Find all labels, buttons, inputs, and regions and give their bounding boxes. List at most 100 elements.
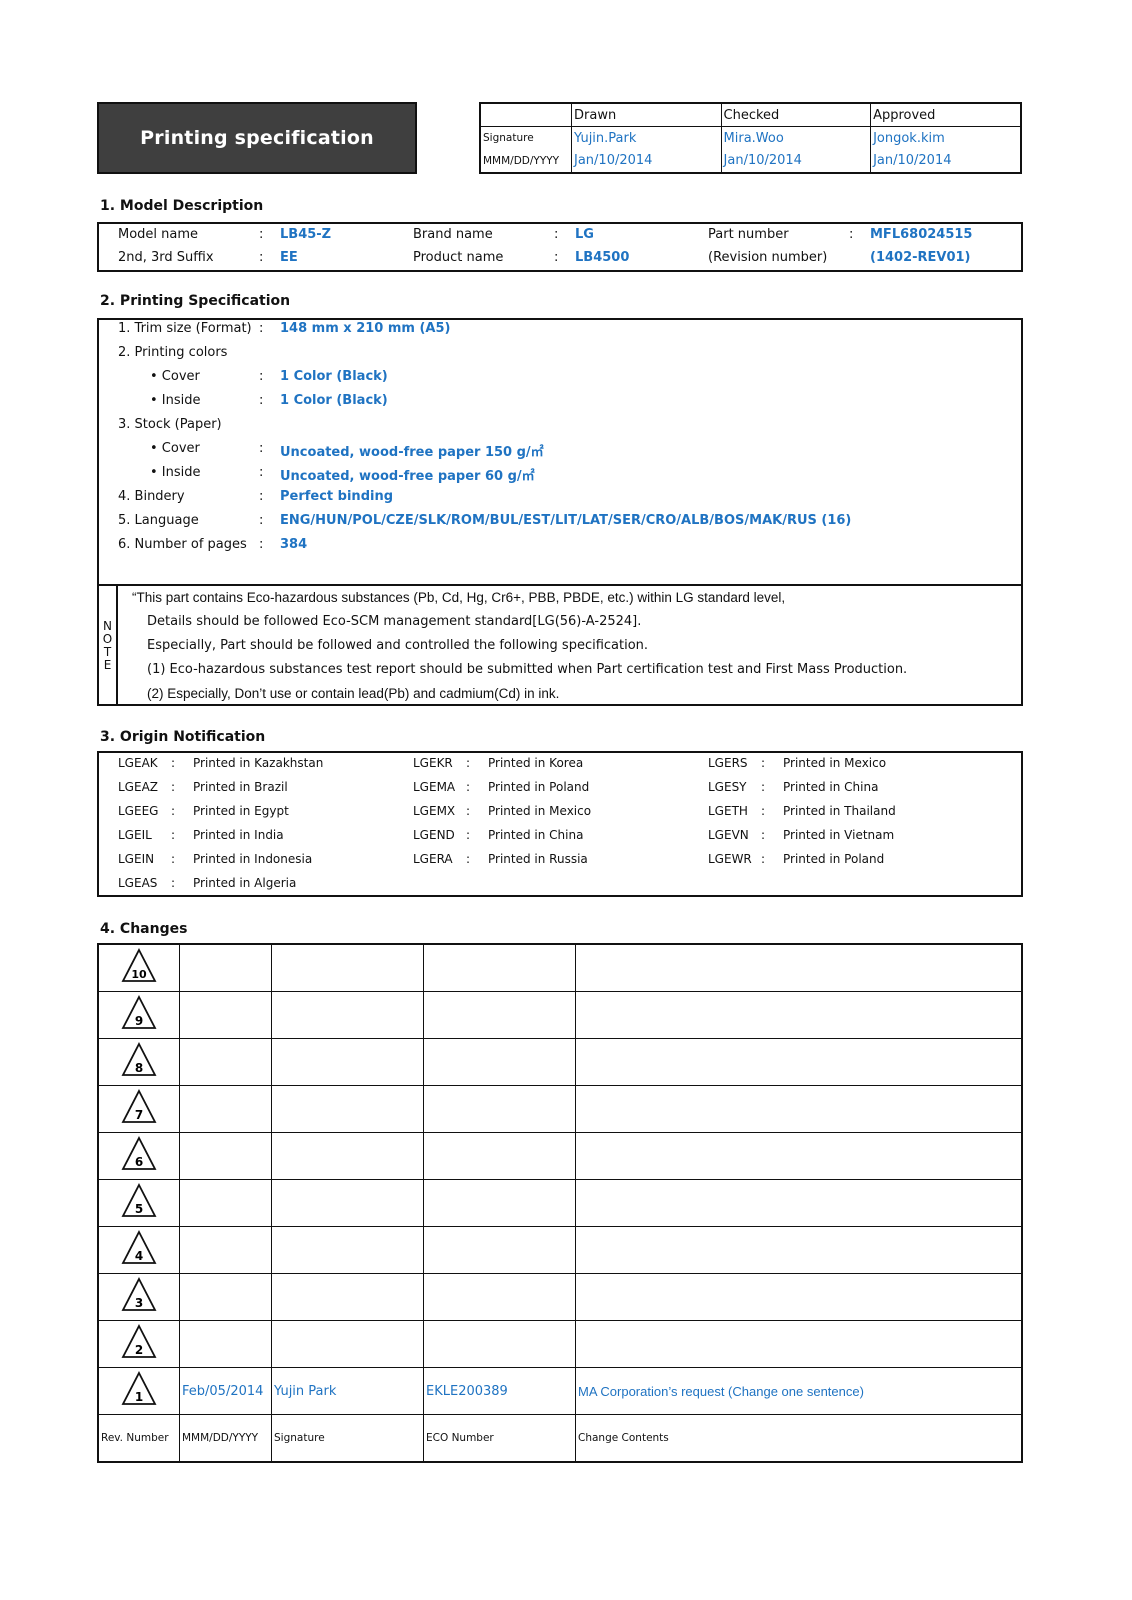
spec-label: 1. Trim size (Format) bbox=[118, 321, 252, 336]
approved-signature: Jongok.kim bbox=[870, 126, 1021, 150]
revision-triangle-icon: 9 bbox=[121, 995, 157, 1029]
change-date: Feb/05/2014 bbox=[179, 1367, 272, 1415]
spec-row-printing-colors: 2. Printing colors bbox=[99, 345, 1021, 365]
spec-row-stock-cover: • Cover : Uncoated, wood-free paper 150 … bbox=[99, 441, 1021, 461]
change-signature bbox=[271, 1320, 424, 1368]
model-description-heading: 1. Model Description bbox=[100, 198, 264, 214]
change-signature bbox=[271, 1226, 424, 1274]
printing-spec-heading: 2. Printing Specification bbox=[100, 293, 291, 309]
signature-label: Signature bbox=[483, 132, 534, 145]
eco-number: EKLE200389 bbox=[423, 1367, 576, 1415]
model-description-box: Model name : LB45-Z Brand name : LG Part… bbox=[97, 222, 1023, 272]
date-header: MMM/DD/YYYY bbox=[179, 1414, 272, 1463]
revision-number: 2 bbox=[135, 1343, 143, 1357]
approval-date-row: MMM/DD/YYYY Jan/10/2014 Jan/10/2014 Jan/… bbox=[480, 149, 1021, 173]
rev-number-cell: 5 bbox=[97, 1179, 180, 1227]
suffix-value: EE bbox=[280, 250, 298, 265]
product-name-value: LB4500 bbox=[575, 250, 630, 265]
revision-number: 3 bbox=[135, 1296, 143, 1310]
spec-label: 6. Number of pages bbox=[118, 537, 247, 552]
revision-triangle-icon: 6 bbox=[121, 1136, 157, 1170]
rev-number-cell: 1 bbox=[97, 1367, 180, 1415]
change-date bbox=[179, 1179, 272, 1227]
checked-signature: Mira.Woo bbox=[720, 126, 871, 150]
document-title-box: Printing specification bbox=[97, 102, 417, 174]
spec-row-trim-size: 1. Trim size (Format) : 148 mm x 210 mm … bbox=[99, 321, 1021, 341]
rev-number-cell: 7 bbox=[97, 1085, 180, 1133]
approval-col-checked: Checked bbox=[720, 103, 871, 128]
eco-number bbox=[423, 943, 576, 992]
change-date bbox=[179, 1085, 272, 1133]
separator: : bbox=[259, 489, 264, 504]
eco-number bbox=[423, 1085, 576, 1133]
document-title: Printing specification bbox=[140, 127, 374, 149]
spec-row-colors-inside: • Inside : 1 Color (Black) bbox=[99, 393, 1021, 413]
drawn-signature: Yujin.Park bbox=[571, 126, 722, 150]
spec-row-colors-cover: • Cover : 1 Color (Black) bbox=[99, 369, 1021, 389]
note-line: “This part contains Eco-hazardous substa… bbox=[132, 590, 786, 605]
change-contents bbox=[575, 1132, 1023, 1180]
rev-number-cell: 9 bbox=[97, 991, 180, 1039]
spec-value: 148 mm x 210 mm (A5) bbox=[280, 321, 451, 336]
separator: : bbox=[554, 227, 559, 242]
revision-triangle-icon: 10 bbox=[121, 948, 157, 982]
revision-triangle-icon: 3 bbox=[121, 1277, 157, 1311]
separator: : bbox=[259, 537, 264, 552]
separator: : bbox=[259, 321, 264, 336]
revision-triangle-icon: 1 bbox=[121, 1371, 157, 1405]
separator: : bbox=[259, 465, 264, 480]
approved-date: Jan/10/2014 bbox=[870, 149, 1021, 173]
approval-table: Drawn Checked Approved Signature Yujin.P… bbox=[479, 102, 1022, 174]
change-date bbox=[179, 1273, 272, 1321]
revision-triangle-icon: 8 bbox=[121, 1042, 157, 1076]
change-row: 1 Feb/05/2014 Yujin Park EKLE200389 MA Corpo… bbox=[97, 1367, 1023, 1415]
spec-value: Uncoated, wood-free paper 60 g/㎡ bbox=[280, 469, 535, 484]
change-signature bbox=[271, 943, 424, 992]
separator: : bbox=[259, 513, 264, 528]
change-signature bbox=[271, 1038, 424, 1086]
rev-number-cell: 10 bbox=[97, 943, 180, 992]
separator: : bbox=[259, 441, 264, 456]
change-contents bbox=[575, 1273, 1023, 1321]
revision-triangle-icon: 7 bbox=[121, 1089, 157, 1123]
revision-number-value: (1402-REV01) bbox=[870, 250, 971, 265]
change-row: 8 bbox=[97, 1038, 1023, 1086]
rev-number-cell: 3 bbox=[97, 1273, 180, 1321]
change-contents bbox=[575, 1085, 1023, 1133]
eco-number bbox=[423, 991, 576, 1039]
spec-row-pages: 6. Number of pages : 384 bbox=[99, 537, 1021, 557]
note-line: (2) Especially, Don’t use or contain lea… bbox=[147, 686, 560, 701]
spec-row-stock: 3. Stock (Paper) bbox=[99, 417, 1021, 437]
revision-triangle-icon: 5 bbox=[121, 1183, 157, 1217]
spec-value: 1 Color (Black) bbox=[280, 369, 388, 384]
change-contents bbox=[575, 943, 1023, 992]
model-row-2: 2nd, 3rd Suffix : EE Product name : LB45… bbox=[99, 247, 1021, 269]
revision-number: 10 bbox=[131, 968, 147, 981]
change-contents-header: Change Contents bbox=[575, 1414, 1023, 1463]
date-label: MMM/DD/YYYY bbox=[483, 154, 560, 167]
spec-value: Uncoated, wood-free paper 150 g/㎡ bbox=[280, 445, 544, 460]
spec-row-bindery: 4. Bindery : Perfect binding bbox=[99, 489, 1021, 509]
separator: : bbox=[259, 227, 264, 242]
rev-number-cell: 2 bbox=[97, 1320, 180, 1368]
revision-number-label: (Revision number) bbox=[708, 250, 828, 265]
spec-label: 2. Printing colors bbox=[118, 345, 228, 360]
note-line: Especially, Part should be followed and … bbox=[147, 638, 649, 653]
revision-number: 9 bbox=[135, 1014, 143, 1028]
note-label: N O T E bbox=[99, 586, 118, 705]
spec-value: ENG/HUN/POL/CZE/SLK/ROM/BUL/EST/LIT/LAT/… bbox=[280, 513, 852, 528]
separator: : bbox=[259, 250, 264, 265]
spec-label: 3. Stock (Paper) bbox=[118, 417, 222, 432]
separator: : bbox=[259, 369, 264, 384]
change-contents: MA Corporation’s request (Change one sen… bbox=[575, 1367, 1023, 1415]
change-row: 3 bbox=[97, 1273, 1023, 1321]
separator: : bbox=[554, 250, 559, 265]
approval-header-row: Drawn Checked Approved bbox=[480, 103, 1021, 128]
change-date bbox=[179, 1132, 272, 1180]
eco-number bbox=[423, 1038, 576, 1086]
brand-name-value: LG bbox=[575, 227, 594, 242]
spec-row-stock-inside: • Inside : Uncoated, wood-free paper 60 … bbox=[99, 465, 1021, 485]
separator: : bbox=[849, 227, 854, 242]
change-date bbox=[179, 1320, 272, 1368]
spec-label: 5. Language bbox=[118, 513, 199, 528]
